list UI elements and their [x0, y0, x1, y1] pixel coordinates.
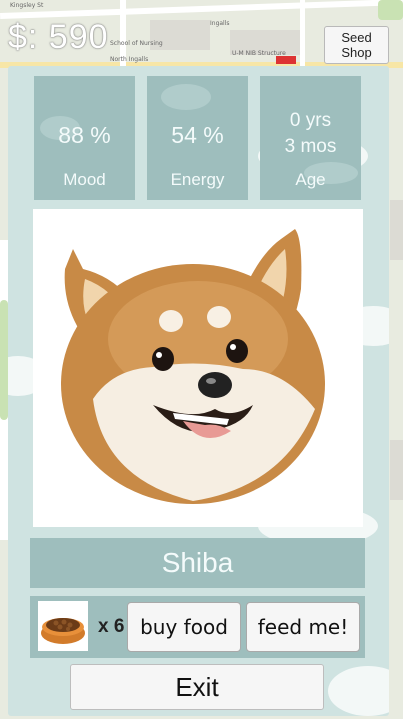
pet-panel: 88 % Mood 54 % Energy 0 yrs 3 mos Age Sh…: [8, 66, 389, 716]
map-street-label: Kingsley St: [10, 2, 44, 9]
pet-portrait[interactable]: [33, 209, 363, 527]
energy-value: 54 %: [171, 122, 224, 148]
energy-stat: 54 % Energy: [147, 76, 248, 200]
map-street-label: Ingalls: [210, 20, 230, 27]
feed-me-button[interactable]: feed me!: [246, 602, 360, 652]
mood-stat: 88 % Mood: [34, 76, 135, 200]
energy-label: Energy: [170, 170, 225, 189]
map-street-label: North Ingalls: [110, 56, 149, 63]
map-street-label: U-M NIB Structure: [232, 50, 286, 57]
age-value: 0 yrs 3 mos: [260, 108, 361, 160]
seed-shop-button[interactable]: Seed Shop: [324, 26, 389, 64]
dog-food-bowl-icon: [38, 601, 88, 651]
age-months: 3 mos: [284, 136, 337, 157]
map-street-label: School of Nursing: [110, 40, 163, 47]
age-stat: 0 yrs 3 mos Age: [260, 76, 361, 200]
mood-value: 88 %: [58, 122, 111, 148]
map-marker: [276, 56, 296, 64]
age-label: Age: [295, 170, 326, 189]
pet-name: Shiba: [30, 538, 365, 588]
mood-label: Mood: [63, 170, 106, 189]
buy-food-button[interactable]: buy food: [127, 602, 241, 652]
food-count: x 6: [98, 616, 125, 637]
shiba-dog-face: [61, 229, 325, 504]
exit-button[interactable]: Exit: [70, 664, 324, 710]
cloud-decoration: [328, 666, 389, 716]
age-years: 0 yrs: [289, 110, 332, 131]
money-counter: $: 590: [8, 18, 109, 56]
food-bar: x 6 buy food feed me!: [30, 596, 365, 658]
